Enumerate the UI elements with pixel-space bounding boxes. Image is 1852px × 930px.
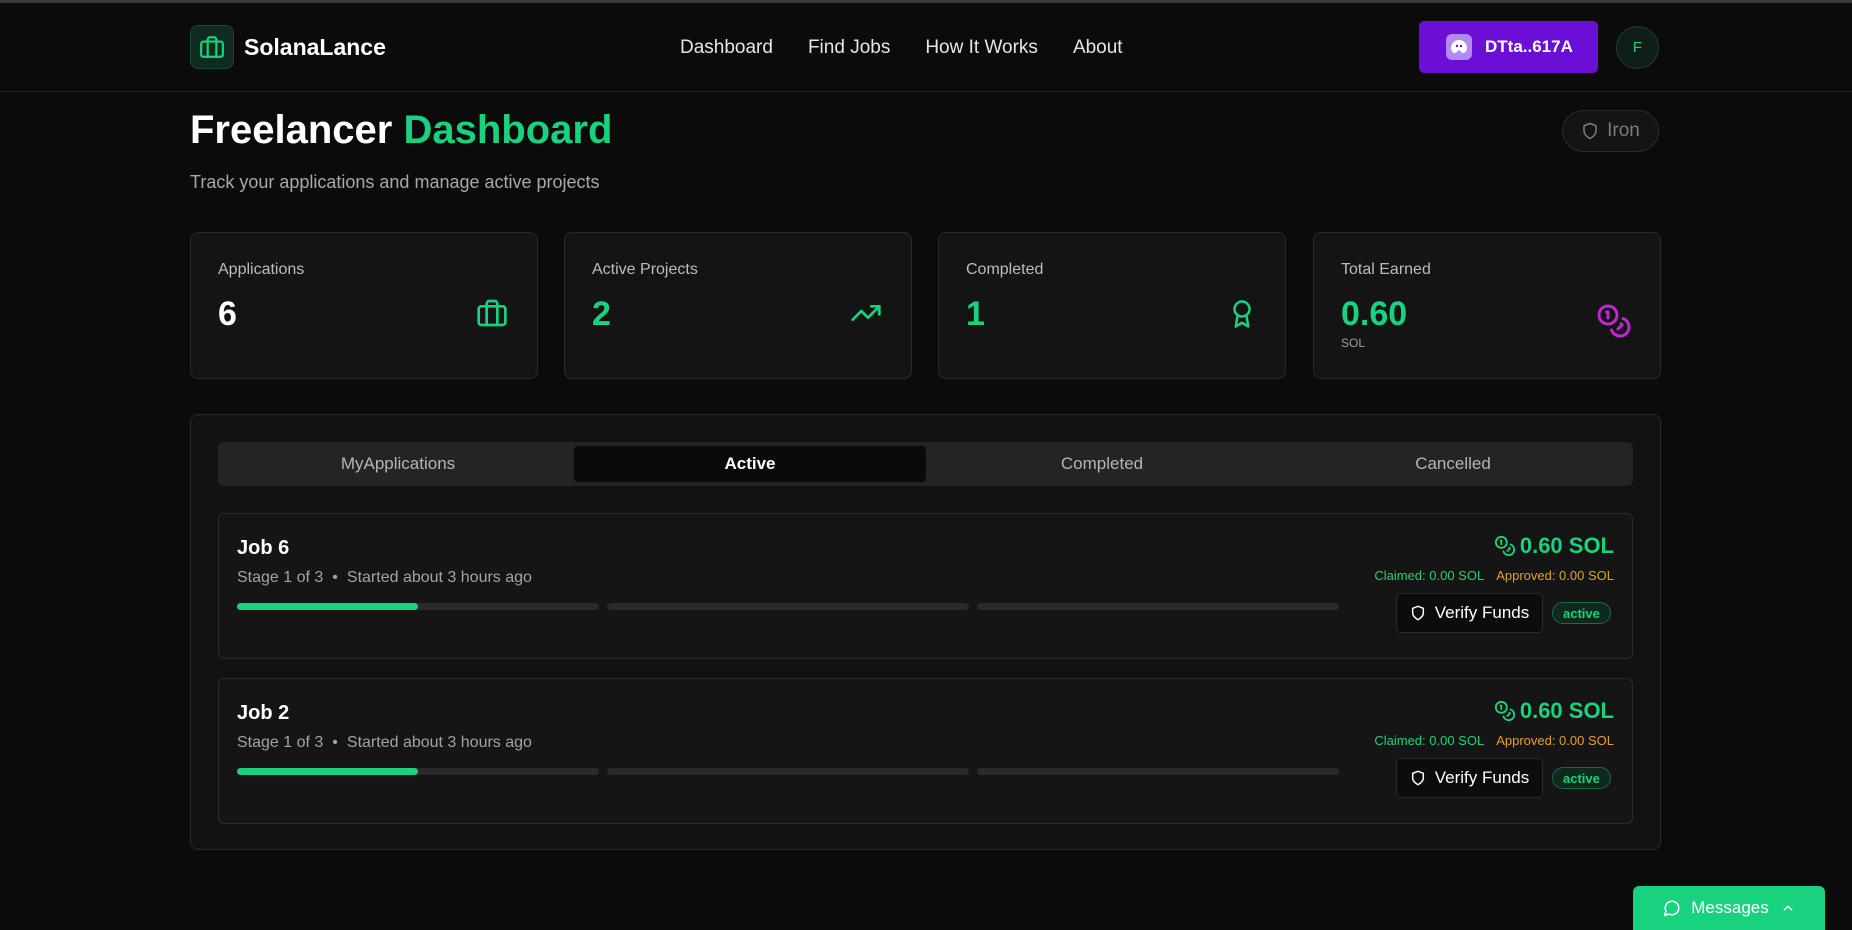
job-card[interactable]: Job 6 Stage 1 of 3 • Started about 3 hours… <box>218 513 1633 659</box>
brand-name: SolanaLance <box>244 33 386 60</box>
approved-amount: Approved: 0.00 SOL <box>1496 568 1614 583</box>
stat-card-completed: Completed 1 <box>938 232 1286 379</box>
claimed-amount: Claimed: 0.00 SOL <box>1374 568 1485 583</box>
nav-item-find-jobs[interactable]: Find Jobs <box>808 37 890 59</box>
stage-progress-bar <box>237 768 599 775</box>
avatar[interactable]: F <box>1616 26 1659 69</box>
tier-label: Iron <box>1607 120 1640 141</box>
shield-icon <box>1411 770 1424 786</box>
stat-value: 2 <box>592 295 611 333</box>
page-title-part2: Dashboard <box>403 108 613 152</box>
job-meta: Stage 1 of 3 • Started about 3 hours ago <box>237 569 532 587</box>
coins-icon <box>1494 700 1515 722</box>
stage-progress-bar <box>237 603 599 610</box>
stage-progress-bar <box>607 603 969 610</box>
stage-progress-bar <box>977 768 1339 775</box>
verify-funds-label: Verify Funds <box>1434 603 1530 622</box>
job-amount-value: 0.60 SOL <box>1519 533 1614 558</box>
stat-label: Total Earned <box>1341 261 1431 278</box>
stat-value: 6 <box>218 295 237 333</box>
messages-button[interactable]: Messages <box>1633 886 1825 930</box>
nav-item-how-it-works[interactable]: How It Works <box>925 37 1038 59</box>
stat-card-active-projects: Active Projects 2 <box>564 232 912 379</box>
status-badge: active <box>1552 602 1611 624</box>
status-badge: active <box>1552 767 1611 789</box>
stage-progress-fill <box>237 603 418 610</box>
job-amount-value: 0.60 SOL <box>1519 698 1614 723</box>
nav-links: Dashboard Find Jobs How It Works About <box>680 37 1158 59</box>
claimed-amount: Claimed: 0.00 SOL <box>1374 733 1485 748</box>
approved-amount: Approved: 0.00 SOL <box>1496 733 1614 748</box>
job-stage: Stage 1 of 3 <box>237 569 324 586</box>
nav-item-about[interactable]: About <box>1073 37 1123 59</box>
job-title: Job 6 <box>237 537 290 559</box>
navbar: SolanaLance Dashboard Find Jobs How It W… <box>0 3 1852 92</box>
job-amount: 0.60 SOL <box>1494 698 1614 724</box>
tab-active[interactable]: Active <box>574 446 926 482</box>
separator-dot: • <box>332 569 338 586</box>
page-title: Freelancer Dashboard <box>190 108 612 153</box>
shield-icon <box>1411 605 1424 621</box>
wallet-address: DTta..617A <box>1485 37 1573 56</box>
briefcase-icon <box>190 25 234 69</box>
stat-value: 0.60 <box>1341 295 1408 333</box>
brand[interactable]: SolanaLance <box>190 25 386 69</box>
verify-funds-button[interactable]: Verify Funds <box>1396 758 1543 798</box>
job-started: Started about 3 hours ago <box>346 734 532 751</box>
separator-dot: • <box>332 734 338 751</box>
job-title: Job 2 <box>237 702 290 724</box>
tab-list: MyApplications Active Completed Cancelle… <box>218 442 1633 486</box>
phantom-wallet-icon <box>1446 34 1472 60</box>
verify-funds-label: Verify Funds <box>1434 768 1530 787</box>
coins-icon <box>1494 535 1515 557</box>
projects-panel: MyApplications Active Completed Cancelle… <box>190 414 1661 850</box>
tab-my-applications[interactable]: MyApplications <box>222 446 574 482</box>
stat-label: Applications <box>218 261 305 278</box>
wallet-button[interactable]: DTta..617A <box>1419 21 1598 73</box>
job-meta: Stage 1 of 3 • Started about 3 hours ago <box>237 734 532 752</box>
job-amount: 0.60 SOL <box>1494 533 1614 559</box>
coins-icon <box>1596 303 1632 344</box>
verify-funds-button[interactable]: Verify Funds <box>1396 593 1543 633</box>
page-title-part1: Freelancer <box>190 108 393 152</box>
page-subtitle: Track your applications and manage activ… <box>190 172 600 192</box>
tab-cancelled[interactable]: Cancelled <box>1277 446 1629 482</box>
stage-progress-bar <box>977 603 1339 610</box>
stat-card-total-earned: Total Earned 0.60 SOL <box>1313 232 1661 379</box>
message-circle-icon <box>1664 900 1680 917</box>
job-claims: Claimed: 0.00 SOL Approved: 0.00 SOL <box>1374 733 1614 748</box>
messages-label: Messages <box>1691 898 1769 917</box>
stat-label: Active Projects <box>592 261 698 278</box>
award-icon <box>1227 297 1257 336</box>
stat-label: Completed <box>966 261 1044 278</box>
chevron-up-icon <box>1783 905 1792 911</box>
trending-up-icon <box>849 297 883 334</box>
job-claims: Claimed: 0.00 SOL Approved: 0.00 SOL <box>1374 568 1614 583</box>
tab-completed[interactable]: Completed <box>926 446 1278 482</box>
shield-icon <box>1583 122 1597 140</box>
stat-card-applications: Applications 6 <box>190 232 538 379</box>
stat-unit: SOL <box>1341 336 1366 350</box>
stage-progress-fill <box>237 768 418 775</box>
job-stage: Stage 1 of 3 <box>237 734 324 751</box>
job-started: Started about 3 hours ago <box>346 569 532 586</box>
nav-item-dashboard[interactable]: Dashboard <box>680 37 773 59</box>
job-card[interactable]: Job 2 Stage 1 of 3 • Started about 3 hours… <box>218 678 1633 824</box>
stage-progress-bar <box>607 768 969 775</box>
stat-value: 1 <box>966 295 985 333</box>
tier-badge: Iron <box>1562 110 1659 152</box>
briefcase-icon <box>475 297 509 334</box>
